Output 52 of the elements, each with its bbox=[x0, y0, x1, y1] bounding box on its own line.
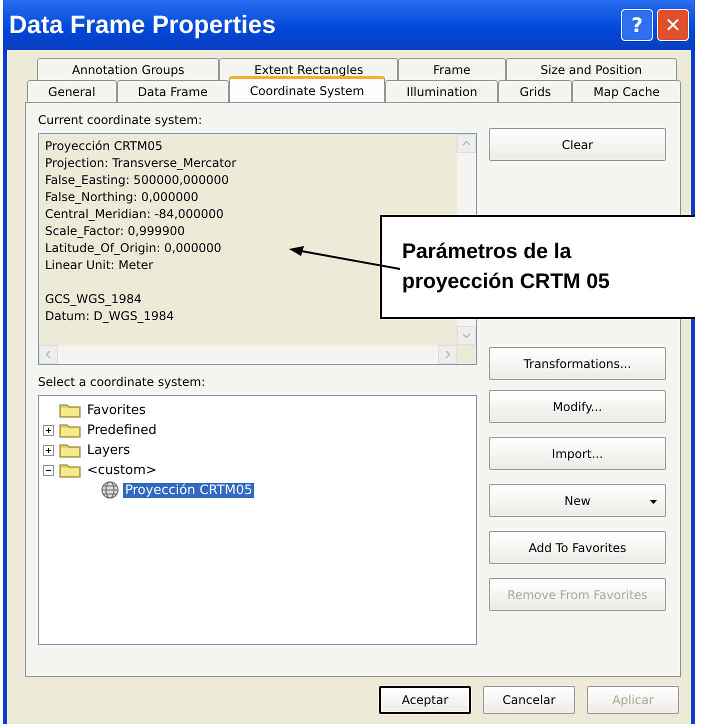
close-button[interactable]: ✕ bbox=[657, 9, 689, 41]
tree-item[interactable]: Layers bbox=[85, 442, 132, 458]
tab[interactable]: Size and Position bbox=[506, 58, 677, 80]
expand-icon[interactable] bbox=[43, 444, 54, 456]
help-button[interactable]: ? bbox=[621, 9, 653, 41]
action-button[interactable]: Clear bbox=[488, 128, 666, 161]
scroll-up-icon[interactable] bbox=[456, 134, 476, 153]
globe-icon bbox=[101, 481, 119, 499]
action-button[interactable]: Modify... bbox=[488, 390, 666, 423]
detail-line: Projection: Transverse_Mercator bbox=[45, 155, 236, 172]
tab[interactable]: Grids bbox=[498, 80, 572, 102]
expand-icon[interactable] bbox=[43, 424, 54, 436]
dialog-button[interactable]: Cancelar bbox=[483, 686, 575, 714]
caret-icon bbox=[650, 500, 657, 504]
detail-line: Central_Meridian: -84,000000 bbox=[45, 206, 224, 223]
window-title: Data Frame Properties bbox=[9, 10, 276, 40]
detail-line: Proyección CRTM05 bbox=[45, 138, 163, 155]
callout-text: Parámetros de la bbox=[402, 239, 572, 265]
detail-line: Datum: D_WGS_1984 bbox=[45, 308, 174, 325]
scroll-left-icon[interactable] bbox=[39, 345, 58, 364]
detail-line: Scale_Factor: 0,999900 bbox=[45, 223, 185, 240]
collapse-icon[interactable] bbox=[43, 464, 54, 476]
detail-line: Latitude_Of_Origin: 0,000000 bbox=[45, 240, 222, 257]
detail-line: False_Northing: 0,000000 bbox=[45, 189, 198, 206]
tab[interactable]: Coordinate System bbox=[228, 76, 386, 102]
folder-icon bbox=[59, 402, 81, 418]
tree-item[interactable]: <custom> bbox=[85, 462, 159, 478]
dialog-button[interactable]: Aceptar bbox=[379, 686, 471, 714]
action-button[interactable]: Transformations... bbox=[488, 347, 666, 380]
callout-text: proyección CRTM 05 bbox=[402, 269, 610, 295]
tab[interactable]: General bbox=[27, 80, 117, 102]
action-button[interactable]: Add To Favorites bbox=[488, 531, 666, 564]
scroll-down-icon[interactable] bbox=[456, 326, 476, 345]
detail-line: GCS_WGS_1984 bbox=[45, 291, 142, 308]
tab[interactable]: Frame bbox=[398, 58, 506, 80]
detail-line: Linear Unit: Meter bbox=[45, 257, 154, 274]
folder-icon bbox=[59, 462, 81, 478]
folder-icon bbox=[59, 442, 81, 458]
folder-icon bbox=[59, 422, 81, 438]
tab[interactable]: Data Frame bbox=[116, 80, 229, 102]
dropdown-button[interactable]: New bbox=[488, 484, 666, 517]
scroll-right-icon[interactable] bbox=[438, 345, 457, 364]
tab[interactable]: Annotation Groups bbox=[37, 58, 220, 80]
action-button[interactable]: Import... bbox=[488, 437, 666, 470]
tab[interactable]: Illumination bbox=[385, 80, 498, 102]
tree-item[interactable]: Favorites bbox=[85, 402, 148, 418]
tab[interactable]: Map Cache bbox=[572, 80, 681, 102]
tree-item[interactable]: Predefined bbox=[85, 422, 159, 438]
section-label: Select a coordinate system: bbox=[38, 375, 206, 389]
tree-item[interactable]: Proyección CRTM05 bbox=[123, 482, 254, 498]
section-label: Current coordinate system: bbox=[38, 113, 202, 127]
detail-line: False_Easting: 500000,000000 bbox=[45, 172, 229, 189]
